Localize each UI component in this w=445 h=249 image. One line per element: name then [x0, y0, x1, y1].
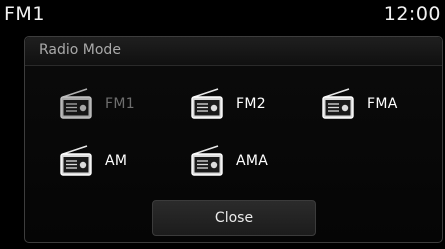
mode-ama-button[interactable]: AMA	[190, 144, 268, 178]
clock: 12:00	[383, 3, 441, 25]
mode-fm1-button[interactable]: FM1	[59, 87, 135, 121]
close-button[interactable]: Close	[152, 200, 316, 236]
mode-label: AM	[105, 153, 128, 169]
dialog-header: Radio Mode	[25, 37, 442, 66]
radio-icon	[59, 87, 93, 121]
mode-label: FM1	[105, 96, 135, 112]
radio-icon	[190, 87, 224, 121]
radio-icon	[59, 144, 93, 178]
current-source: FM1	[4, 3, 45, 25]
mode-label: FMA	[367, 96, 398, 112]
dialog-title: Radio Mode	[39, 42, 121, 58]
mode-fm2-button[interactable]: FM2	[190, 87, 266, 121]
radio-mode-dialog: Radio Mode FM1 FM2 FMA AM AMA Close	[24, 36, 443, 243]
mode-am-button[interactable]: AM	[59, 144, 127, 178]
mode-label: FM2	[236, 96, 266, 112]
mode-label: AMA	[236, 153, 269, 169]
radio-icon	[321, 87, 355, 121]
mode-fma-button[interactable]: FMA	[321, 87, 398, 121]
radio-icon	[190, 144, 224, 178]
status-bar: FM1 12:00	[0, 0, 445, 30]
